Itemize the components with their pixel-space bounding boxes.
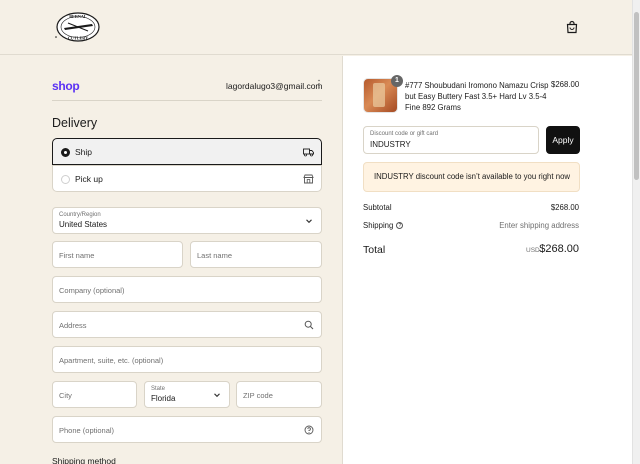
- logo-top-text: BERNAL: [69, 14, 87, 19]
- order-summary-panel: 1 #777 Shoubudani Iromono Namazu Crisp b…: [342, 56, 632, 464]
- chevron-down-icon: [306, 219, 312, 224]
- country-label: Country/Region: [59, 212, 101, 218]
- total-currency: USD: [526, 247, 540, 254]
- chevron-down-icon: [214, 393, 220, 398]
- company-input[interactable]: Company (optional): [52, 276, 322, 303]
- delivery-option-label: Pick up: [75, 174, 103, 184]
- shipping-label: Shipping: [363, 221, 394, 230]
- address-input[interactable]: Address: [52, 311, 322, 338]
- scrollbar-thumb[interactable]: [634, 12, 639, 180]
- shipping-method-heading: Shipping method: [52, 456, 116, 464]
- last-name-input[interactable]: Last name: [190, 241, 322, 268]
- first-name-input[interactable]: First name: [52, 241, 183, 268]
- last-name-placeholder: Last name: [197, 251, 233, 260]
- phone-placeholder: Phone (optional): [59, 426, 115, 435]
- help-circle-icon[interactable]: ?: [396, 222, 404, 230]
- checkout-form-panel: shop lagordalugo3@gmail.com ⋮ Delivery S…: [0, 56, 342, 464]
- discount-value: INDUSTRY: [370, 140, 411, 149]
- city-input[interactable]: City: [52, 381, 137, 408]
- shop-pay-logo[interactable]: shop: [52, 79, 80, 93]
- search-icon: [304, 320, 314, 330]
- total-value: $268.00: [539, 243, 579, 255]
- address-placeholder: Address: [59, 321, 87, 330]
- discount-code-input[interactable]: Discount code or gift card INDUSTRY: [363, 126, 539, 154]
- zip-input[interactable]: ZIP code: [236, 381, 322, 408]
- help-circle-icon[interactable]: [304, 425, 314, 435]
- country-value: United States: [59, 220, 108, 229]
- product-price: $268.00: [551, 80, 580, 89]
- apply-discount-button[interactable]: Apply: [546, 126, 580, 154]
- phone-input[interactable]: Phone (optional): [52, 416, 322, 443]
- state-value: Florida: [151, 394, 176, 403]
- apartment-input[interactable]: Apartment, suite, etc. (optional): [52, 346, 322, 373]
- shopping-bag-icon[interactable]: [565, 20, 579, 34]
- discount-error-notice: INDUSTRY discount code isn’t available t…: [363, 162, 580, 192]
- truck-icon: [303, 148, 314, 157]
- first-name-placeholder: First name: [59, 251, 95, 260]
- radio-selected-icon[interactable]: [61, 148, 70, 157]
- subtotal-value: $268.00: [550, 203, 579, 212]
- product-name: #777 Shoubudani Iromono Namazu Crisp but…: [405, 81, 549, 112]
- shipping-label-row: Shipping?: [363, 221, 404, 230]
- radio-unselected-icon[interactable]: [61, 175, 70, 184]
- city-placeholder: City: [59, 391, 72, 400]
- divider: [52, 100, 322, 101]
- delivery-option-ship[interactable]: Ship: [52, 138, 322, 165]
- country-select[interactable]: Country/Region United States: [52, 207, 322, 234]
- product-image-detail: [373, 83, 385, 107]
- quantity-badge: 1: [391, 75, 403, 87]
- state-label: State: [151, 386, 166, 392]
- delivery-option-label: Ship: [75, 147, 93, 157]
- delivery-option-pickup[interactable]: Pick up: [52, 165, 322, 192]
- page-header: BERNAL CUTLERY: [0, 0, 632, 55]
- total-label: Total: [363, 244, 386, 256]
- discount-label: Discount code or gift card: [370, 131, 439, 137]
- account-email: lagordalugo3@gmail.com: [226, 81, 323, 91]
- subtotal-label: Subtotal: [363, 203, 392, 212]
- apartment-placeholder: Apartment, suite, etc. (optional): [59, 356, 164, 365]
- store-icon: [303, 174, 314, 184]
- account-menu-icon[interactable]: ⋮: [314, 79, 324, 90]
- state-select[interactable]: State Florida: [144, 381, 230, 408]
- bernal-cutlery-logo[interactable]: BERNAL CUTLERY: [52, 11, 102, 43]
- delivery-heading: Delivery: [52, 116, 98, 130]
- shipping-value: Enter shipping address: [499, 221, 579, 230]
- logo-bottom-text: CUTLERY: [68, 36, 88, 41]
- page-scrollbar[interactable]: [632, 0, 640, 464]
- company-placeholder: Company (optional): [59, 286, 125, 295]
- zip-placeholder: ZIP code: [243, 391, 273, 400]
